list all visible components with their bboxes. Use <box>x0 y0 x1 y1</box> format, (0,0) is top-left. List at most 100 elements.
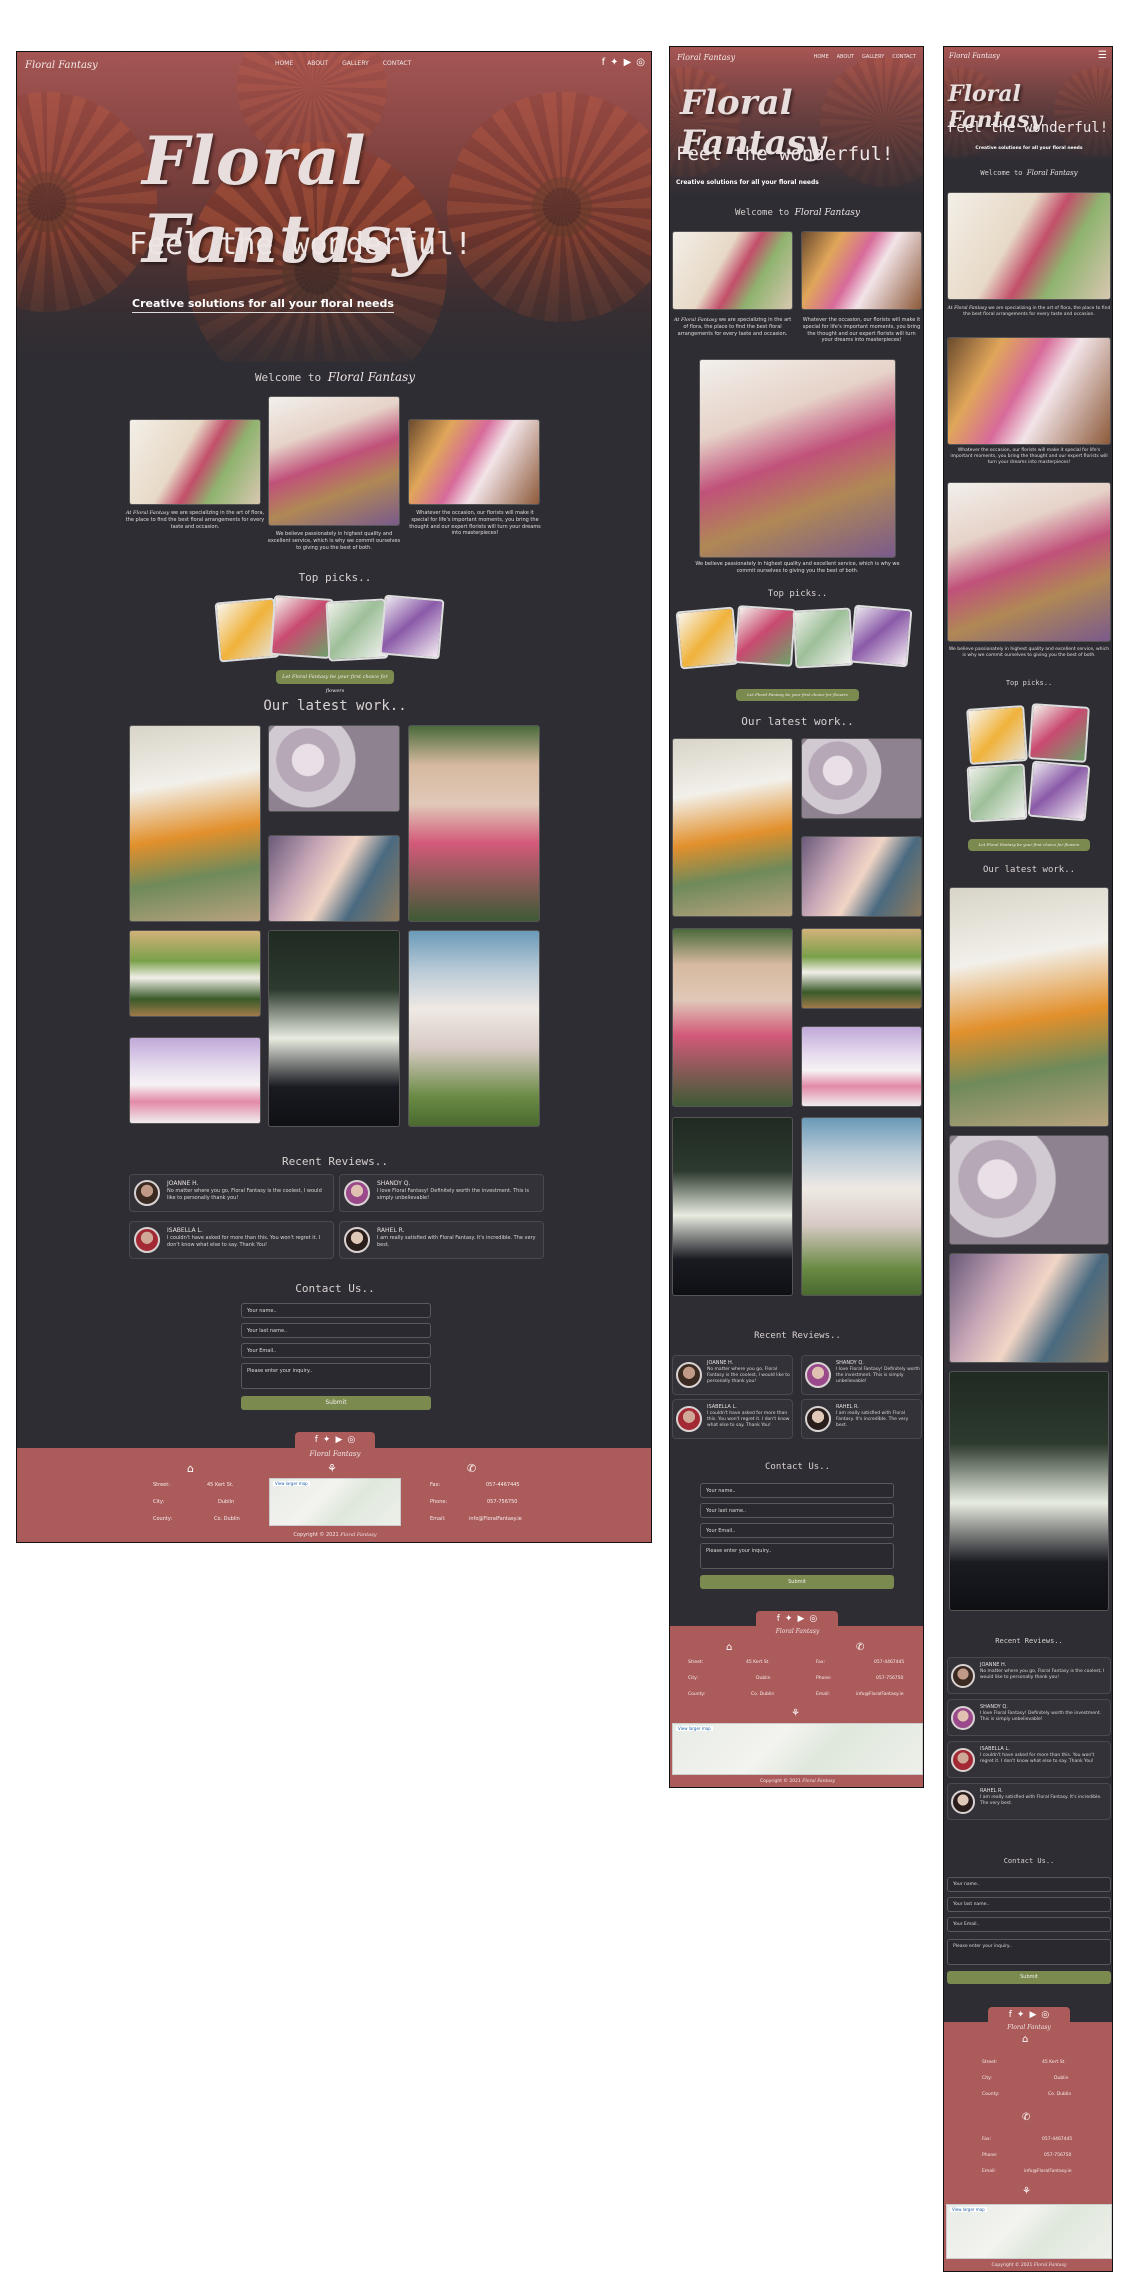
footer-brand: Floral Fantasy <box>775 1628 820 1635</box>
inquiry-field[interactable]: Please enter your inquiry.. <box>947 1939 1111 1965</box>
gallery-bouquet[interactable] <box>129 725 261 922</box>
submit-button[interactable]: Submit <box>947 1971 1111 1984</box>
facebook-icon[interactable]: f <box>777 1614 780 1624</box>
facebook-icon[interactable]: f <box>602 57 606 68</box>
gallery-bride[interactable] <box>408 930 540 1127</box>
gallery-bouquet[interactable] <box>672 738 793 917</box>
map[interactable]: View larger map <box>672 1723 923 1775</box>
pick-1[interactable] <box>966 705 1028 765</box>
last-name-field[interactable]: Your last name.. <box>947 1897 1111 1912</box>
gallery-kiss[interactable] <box>949 1371 1109 1611</box>
top-picks-button[interactable]: Let Floral Fantasy be your first choice … <box>968 839 1090 851</box>
map[interactable]: View larger map <box>946 2204 1112 2259</box>
top-picks-button[interactable]: Let Floral Fantasy be your first choice … <box>276 670 394 694</box>
fax-label: Fax: <box>816 1660 826 1665</box>
gallery-bridesmaids[interactable] <box>268 835 400 922</box>
twitter-icon[interactable]: ✦ <box>323 1435 331 1445</box>
submit-button[interactable]: Submit <box>241 1396 431 1410</box>
youtube-icon[interactable]: ▶ <box>624 57 632 68</box>
gallery-roses[interactable] <box>801 738 922 819</box>
email-field[interactable]: Your Email.. <box>700 1523 894 1538</box>
top-picks-title: Top picks.. <box>767 589 828 599</box>
hero-tagline: Creative solutions for all your floral n… <box>975 146 1083 151</box>
email-field[interactable]: Your Email.. <box>947 1917 1111 1932</box>
nav-gallery[interactable]: GALLERY <box>862 54 884 60</box>
gallery-couple-garden[interactable] <box>801 928 922 1009</box>
instagram-icon[interactable]: ◎ <box>809 1614 817 1624</box>
last-name-field[interactable]: Your last name.. <box>700 1503 894 1518</box>
gallery-roses[interactable] <box>268 725 400 812</box>
youtube-icon[interactable]: ▶ <box>797 1614 804 1624</box>
pick-1[interactable] <box>675 606 739 670</box>
nav-brand[interactable]: Floral Fantasy <box>949 52 1000 60</box>
instagram-icon[interactable]: ◎ <box>1041 2010 1049 2020</box>
gallery-arch[interactable] <box>672 928 793 1107</box>
footer-brand: Floral Fantasy <box>309 1450 361 1458</box>
name-field[interactable]: Your name.. <box>947 1877 1111 1892</box>
gallery-kiss[interactable] <box>268 930 400 1127</box>
map[interactable]: View larger map <box>269 1478 401 1526</box>
nav-about[interactable]: ABOUT <box>837 54 854 60</box>
pick-2[interactable] <box>269 594 335 660</box>
email-field[interactable]: Your Email.. <box>241 1343 431 1358</box>
view-larger-map[interactable]: View larger map <box>676 1726 713 1731</box>
avatar <box>344 1227 370 1253</box>
gallery-bouquet[interactable] <box>949 887 1109 1127</box>
nav-home[interactable]: HOME <box>813 54 828 60</box>
basket-photo <box>699 359 896 558</box>
view-larger-map[interactable]: View larger map <box>273 1481 310 1486</box>
nav-about[interactable]: ABOUT <box>307 60 328 67</box>
nav-brand[interactable]: Floral Fantasy <box>25 60 98 71</box>
top-picks-button[interactable]: Let Floral Fantasy be your first choice … <box>736 689 859 701</box>
inquiry-field[interactable]: Please enter your inquiry.. <box>241 1363 431 1389</box>
last-name-field[interactable]: Your last name.. <box>241 1323 431 1338</box>
city-value: Dublin <box>756 1676 771 1681</box>
inquiry-field[interactable]: Please enter your inquiry.. <box>700 1543 894 1569</box>
review-text: I am really satisfied with Floral Fantas… <box>836 1411 909 1429</box>
mobile-view: Floral Fantasy Feel the wonderful! Creat… <box>943 46 1113 2272</box>
facebook-icon[interactable]: f <box>1009 2010 1012 2020</box>
gallery-reception[interactable] <box>801 1026 922 1107</box>
name-field[interactable]: Your name.. <box>700 1483 894 1498</box>
twitter-icon[interactable]: ✦ <box>1017 2010 1025 2020</box>
youtube-icon[interactable]: ▶ <box>1029 2010 1036 2020</box>
pick-2[interactable] <box>1028 703 1090 763</box>
gallery-reception[interactable] <box>129 1037 261 1124</box>
twitter-icon[interactable]: ✦ <box>785 1614 793 1624</box>
pick-4[interactable] <box>849 604 913 668</box>
twitter-icon[interactable]: ✦ <box>610 57 618 68</box>
basket-photo <box>947 482 1111 642</box>
review-text: I love Floral Fantasy! Definitely worth … <box>980 1711 1102 1723</box>
fax-value: 057-4467445 <box>486 1482 520 1488</box>
pick-3[interactable] <box>792 607 854 669</box>
county-value: Co. Dublin <box>214 1516 240 1522</box>
name-field[interactable]: Your name.. <box>241 1303 431 1318</box>
table-photo <box>801 231 922 310</box>
pick-3[interactable] <box>966 763 1028 823</box>
facebook-icon[interactable]: f <box>315 1435 318 1445</box>
basket-photo <box>268 396 400 526</box>
reviewer-name: SHANDY Q. <box>377 1180 411 1187</box>
gallery-bride[interactable] <box>801 1117 922 1296</box>
gallery-couple-garden[interactable] <box>129 930 261 1017</box>
footer: Floral Fantasy ⌂ Street: 45 Kert St. Cit… <box>944 2022 1112 2271</box>
pick-4[interactable] <box>379 594 445 660</box>
gallery-bridesmaids[interactable] <box>801 836 922 917</box>
youtube-icon[interactable]: ▶ <box>335 1435 342 1445</box>
nav-contact[interactable]: CONTACT <box>383 60 411 67</box>
instagram-icon[interactable]: ◎ <box>347 1435 355 1445</box>
pick-2[interactable] <box>734 605 796 667</box>
pick-4[interactable] <box>1027 760 1091 822</box>
nav-contact[interactable]: CONTACT <box>892 54 916 60</box>
nav-gallery[interactable]: GALLERY <box>342 60 369 67</box>
gallery-arch[interactable] <box>408 725 540 922</box>
gallery-bridesmaids[interactable] <box>949 1253 1109 1363</box>
nav-home[interactable]: HOME <box>275 60 293 67</box>
view-larger-map[interactable]: View larger map <box>950 2207 987 2212</box>
menu-icon[interactable]: ☰ <box>1098 50 1107 61</box>
nav-brand[interactable]: Floral Fantasy <box>677 53 735 62</box>
gallery-kiss[interactable] <box>672 1117 793 1296</box>
submit-button[interactable]: Submit <box>700 1575 894 1589</box>
gallery-roses[interactable] <box>949 1135 1109 1245</box>
instagram-icon[interactable]: ◎ <box>636 57 645 68</box>
